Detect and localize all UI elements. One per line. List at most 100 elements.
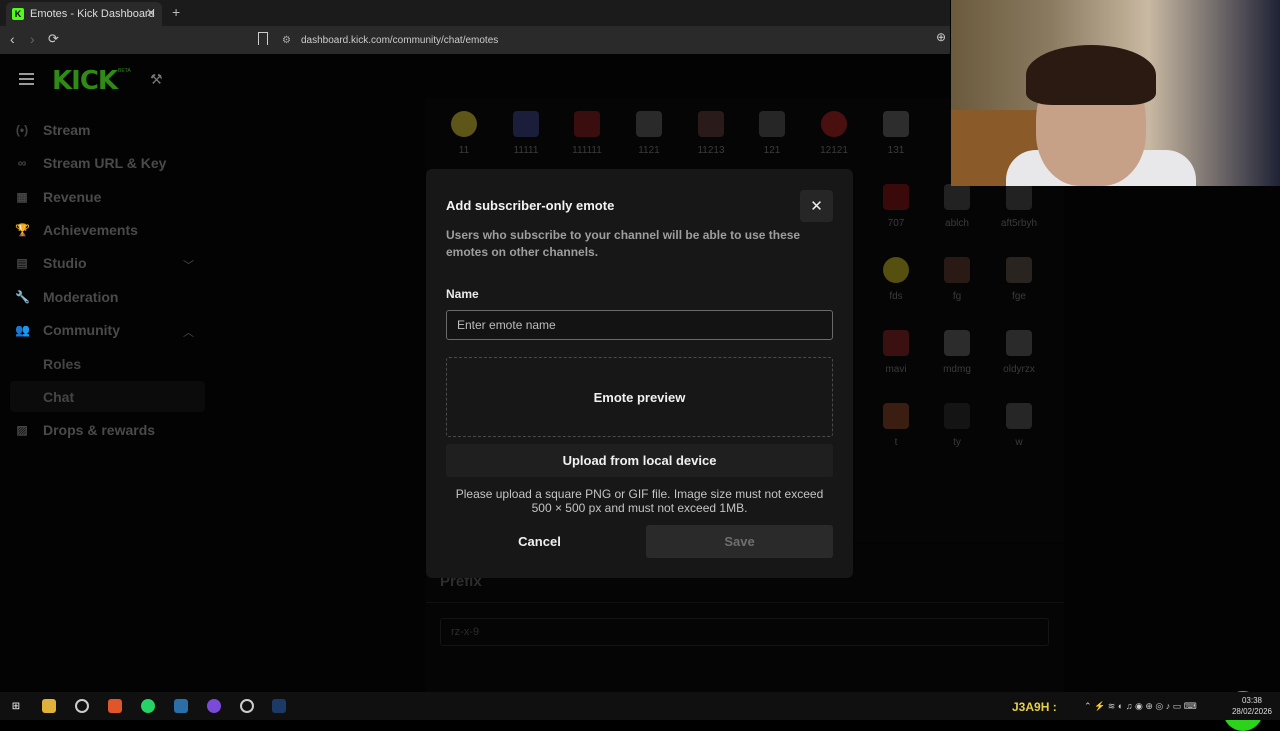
sidebar-item-roles[interactable]: Roles (43, 356, 81, 372)
emote-item[interactable]: t (872, 403, 920, 448)
emote-image (513, 111, 539, 137)
settings-icon[interactable] (240, 699, 254, 713)
user-tag: J3A9H : (1012, 700, 1057, 714)
emote-item[interactable]: fds (872, 257, 920, 302)
clock[interactable]: 03:38 28/02/2026 (1226, 695, 1278, 717)
browser-tabbar: K Emotes - Kick Dashboard ✕ + (0, 0, 950, 26)
emote-image (944, 403, 970, 429)
emote-label: mdmg (943, 364, 971, 375)
menu-icon[interactable] (19, 73, 34, 85)
emote-label: t (894, 437, 898, 448)
tray-icons[interactable]: ⌃ ⚡ ≋ ◐ ♫ ◉ ⊕ ◎ ♪ ▭ ⌨ (1084, 701, 1197, 712)
chevron-down-icon[interactable]: ﹀ (183, 257, 194, 273)
emote-label: 11 (458, 145, 470, 156)
file-explorer-icon[interactable] (42, 699, 56, 713)
emote-item[interactable]: aft5rbyh (995, 184, 1043, 229)
new-tab-button[interactable]: + (172, 4, 180, 20)
clock-time: 03:38 (1241, 696, 1263, 705)
sidebar-item-stream[interactable]: (•) Stream (15, 118, 91, 142)
emote-item[interactable]: fg (933, 257, 981, 302)
brave-icon[interactable] (108, 699, 122, 713)
emote-image (944, 257, 970, 283)
save-button[interactable]: Save (646, 525, 833, 558)
sidebar-item-label: Drops & rewards (43, 422, 156, 438)
whatsapp-icon[interactable] (141, 699, 155, 713)
tab-close-icon[interactable]: ✕ (146, 6, 156, 20)
upload-button[interactable]: Upload from local device (446, 444, 833, 477)
sidebar-item-label: Moderation (43, 289, 119, 305)
url-text: dashboard.kick.com/community/chat/emotes (300, 34, 499, 46)
revenue-icon: ▦ (16, 190, 28, 204)
windows-start-icon[interactable]: ⊞ (9, 699, 23, 713)
emote-item[interactable]: 12121 (810, 111, 858, 156)
emote-item[interactable]: mavi (872, 330, 920, 375)
emote-item[interactable]: 11111 (502, 111, 550, 156)
discord-icon[interactable] (207, 699, 221, 713)
sidebar-item-community[interactable]: 👥 Community (15, 318, 120, 342)
emote-item[interactable]: 131 (872, 111, 920, 156)
clock-date: 28/02/2026 (1231, 707, 1273, 716)
emote-image (821, 111, 847, 137)
emote-image (1006, 403, 1032, 429)
prefix-input[interactable]: rz-x-9 (440, 618, 1049, 646)
emote-image (1006, 330, 1032, 356)
reload-icon[interactable]: ⟳ (48, 31, 59, 47)
drops-icon: ▨ (16, 423, 28, 437)
kick-logo[interactable]: KICK (52, 66, 118, 96)
sidebar-item-drops[interactable]: ▨ Drops & rewards (15, 418, 155, 442)
emote-item[interactable]: 707 (872, 184, 920, 229)
emote-item[interactable]: w (995, 403, 1043, 448)
sidebar-item-stream-url[interactable]: ∞ Stream URL & Key (15, 151, 167, 175)
cancel-button[interactable]: Cancel (446, 525, 633, 558)
emote-name-input[interactable] (446, 310, 833, 340)
emote-image (1006, 184, 1032, 210)
emote-item[interactable]: mdmg (933, 330, 981, 375)
modal-description: Users who subscribe to your channel will… (446, 228, 801, 259)
sidebar-item-studio[interactable]: ▤ Studio (15, 251, 86, 275)
emote-item[interactable]: 1121 (625, 111, 673, 156)
emote-item[interactable]: 121 (748, 111, 796, 156)
emote-item[interactable]: ty (933, 403, 981, 448)
emote-item[interactable]: 11213 (687, 111, 735, 156)
emote-item[interactable]: 11 (440, 111, 488, 156)
hammer-icon[interactable]: ⚒ (150, 71, 163, 88)
sidebar-item-revenue[interactable]: ▦ Revenue (15, 185, 101, 209)
close-button[interactable]: ✕ (800, 190, 833, 222)
back-icon[interactable]: ‹ (10, 31, 15, 47)
emote-label: 111111 (572, 145, 602, 156)
site-settings-icon[interactable]: ⚙ (282, 35, 291, 46)
steam-icon[interactable] (272, 699, 286, 713)
divider (426, 602, 1064, 603)
obs-icon[interactable] (75, 699, 89, 713)
emote-label: fds (889, 291, 903, 302)
zoom-icon[interactable]: ⊕ (936, 30, 946, 44)
sidebar: KICK BETA ⚒ (•) Stream ∞ Stream URL & Ke… (0, 54, 210, 692)
chevron-up-icon[interactable]: ︿ (183, 324, 194, 340)
sidebar-item-moderation[interactable]: 🔧 Moderation (15, 285, 118, 309)
emote-label: w (1015, 437, 1023, 448)
sidebar-item-achievements[interactable]: 🏆 Achievements (15, 218, 138, 242)
bookmark-icon[interactable] (258, 32, 268, 45)
trophy-icon: 🏆 (15, 223, 30, 237)
community-icon: 👥 (15, 323, 30, 337)
emote-image (944, 184, 970, 210)
sidebar-item-chat[interactable]: Chat (43, 389, 74, 405)
emote-item[interactable]: 111111 (563, 111, 611, 156)
sidebar-item-label: Community (43, 322, 120, 338)
emote-label: 11111 (513, 145, 539, 156)
emote-image (636, 111, 662, 137)
beta-badge: BETA (118, 68, 131, 74)
emote-image (883, 403, 909, 429)
emote-label: oldyrzx (1003, 364, 1035, 375)
name-label: Name (446, 287, 479, 301)
browser-tab[interactable]: K Emotes - Kick Dashboard ✕ (6, 2, 162, 26)
forward-icon[interactable]: › (30, 31, 35, 47)
app-icon[interactable] (174, 699, 188, 713)
emote-item[interactable]: fge (995, 257, 1043, 302)
emote-item[interactable]: oldyrzx (995, 330, 1043, 375)
address-bar[interactable]: ⚙ dashboard.kick.com/community/chat/emot… (282, 29, 942, 51)
emote-image (944, 330, 970, 356)
sidebar-item-label: Stream URL & Key (43, 155, 167, 171)
emote-item[interactable]: ablch (933, 184, 981, 229)
emote-label: mavi (885, 364, 907, 375)
